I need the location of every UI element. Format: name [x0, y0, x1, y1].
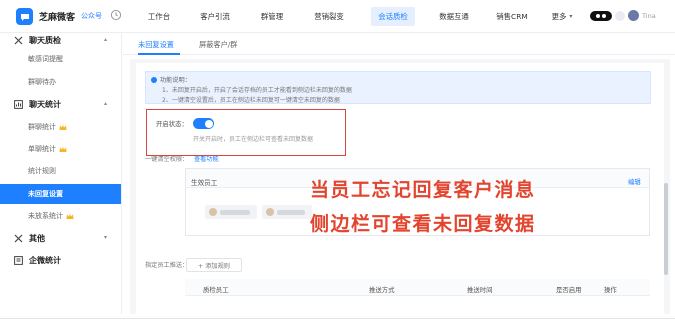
column-header: 是否启用: [556, 286, 582, 294]
nav-customer-acquisition[interactable]: 客户引流: [184, 0, 246, 33]
staff-edit-link[interactable]: 编辑: [628, 177, 641, 186]
avatar: [209, 208, 217, 216]
notice-line: 1、未回复开启后，开启了会话存档的员工才能看到侧边栏未回复的数据: [162, 87, 352, 94]
sidebar-group-chat-stats[interactable]: 聊天统计: [14, 99, 61, 110]
column-header: 质检员工: [203, 286, 229, 294]
brand-subtitle[interactable]: 公众号: [81, 11, 102, 21]
top-navbar: 芝麻微客 公众号 工作台 客户引流 群管理 营销裂变 会话质检 数据互通 销售C…: [0, 0, 675, 33]
notice-line: 2、一键清空设置后，员工在侧边栏未回复可一键清空未回复的数据: [162, 97, 340, 104]
chart-icon: [14, 100, 23, 109]
nav-sales-crm[interactable]: 销售CRM: [482, 0, 542, 33]
bottom-edge: [0, 314, 675, 324]
switch-label: 开启状态：: [156, 120, 188, 128]
sidebar-item-group-stats[interactable]: 群聊统计: [0, 117, 121, 137]
nav-group-management[interactable]: 群管理: [246, 0, 298, 33]
chevron-down-icon[interactable]: ▾: [104, 234, 107, 241]
crown-icon: [66, 213, 74, 219]
nav-session-inspection[interactable]: 会话质检: [360, 0, 426, 33]
enable-toggle[interactable]: [193, 118, 214, 129]
sidebar: 聊天质检 ▴ 敏感词提醒 群聊待办 聊天统计 ▴ 群聊统计 单聊统计 统计规则 …: [0, 33, 122, 324]
sidebar-item-group-todo[interactable]: 群聊待办: [0, 72, 121, 92]
user-area: Tina: [590, 10, 656, 21]
scrollbar[interactable]: [664, 183, 668, 275]
quick-clear-link[interactable]: 查看功能: [194, 154, 219, 163]
staff-card-title: 生效员工: [191, 179, 218, 187]
chevron-down-icon: ▾: [569, 13, 573, 20]
overlay-caption-line1: 当员工忘记回复客户消息: [310, 179, 536, 201]
toggle-knob: [204, 119, 213, 128]
main-nav: 工作台 客户引流 群管理 营销裂变 会话质检 数据互通 销售CRM 更多 ▾: [134, 0, 582, 33]
apps-icon[interactable]: [615, 10, 625, 21]
mini-program-icon[interactable]: [590, 10, 612, 21]
sidebar-group-wecom-stats[interactable]: 企微统计: [14, 255, 61, 266]
chevron-up-icon[interactable]: ▴: [104, 100, 107, 107]
tab-bar: 未回复设置 屏蔽客户/群: [123, 33, 675, 55]
column-header: 推送方式: [369, 286, 395, 294]
sidebar-item-unreleased-stats[interactable]: 未放系统计: [0, 206, 121, 226]
nav-workbench[interactable]: 工作台: [134, 0, 184, 33]
logo-icon[interactable]: [16, 8, 33, 25]
wecom-icon: [14, 256, 23, 265]
nav-marketing[interactable]: 营销裂变: [298, 0, 360, 33]
brand-name: 芝麻微客: [39, 13, 76, 23]
avatar[interactable]: [628, 10, 639, 21]
quick-clear-label: 一键清空权限：: [145, 156, 189, 163]
highlight-box: [146, 109, 346, 156]
staff-chip: [262, 205, 312, 219]
sidebar-item-unreplied-settings[interactable]: 未回复设置: [0, 184, 121, 204]
crown-icon: [59, 146, 67, 152]
nav-more[interactable]: 更多 ▾: [542, 0, 582, 33]
sidebar-item-single-stats[interactable]: 单聊统计: [0, 139, 121, 159]
avatar: [266, 208, 274, 216]
notice-title: 功能说明：: [151, 75, 191, 84]
rules-label: 指定员工推送：: [145, 262, 189, 269]
user-name[interactable]: Tina: [642, 12, 656, 20]
add-rule-button[interactable]: + 添加规则: [186, 258, 242, 272]
info-icon: [151, 76, 157, 83]
column-header: 操作: [604, 286, 617, 294]
inspect-icon: [14, 36, 23, 45]
column-header: 推送时间: [467, 286, 493, 294]
tab-blocked-customers[interactable]: 屏蔽客户/群: [199, 40, 237, 50]
staff-chip: [205, 205, 257, 219]
nav-data-sync[interactable]: 数据互通: [426, 0, 482, 33]
other-icon: [14, 234, 23, 243]
main-content: 未回复设置 屏蔽客户/群 功能说明： 1、未回复开启后，开启了会话存档的员工才能…: [123, 33, 675, 324]
tab-unreplied-settings[interactable]: 未回复设置: [138, 40, 174, 50]
overlay-caption-line2: 侧边栏可查看未回复数据: [310, 213, 536, 235]
chevron-up-icon[interactable]: ▴: [104, 36, 107, 43]
sidebar-group-chat-inspection[interactable]: 聊天质检: [14, 35, 61, 46]
active-tab-indicator: [138, 53, 180, 55]
sidebar-item-sensitive-words[interactable]: 敏感词提醒: [0, 49, 121, 69]
sidebar-item-stat-rules[interactable]: 统计规则: [0, 161, 121, 181]
switch-description: 开关开启时，员工在侧边栏可查看未回复数据: [193, 136, 314, 143]
clock-icon[interactable]: [110, 9, 122, 21]
sidebar-group-other[interactable]: 其他: [14, 233, 45, 244]
crown-icon: [59, 124, 67, 130]
